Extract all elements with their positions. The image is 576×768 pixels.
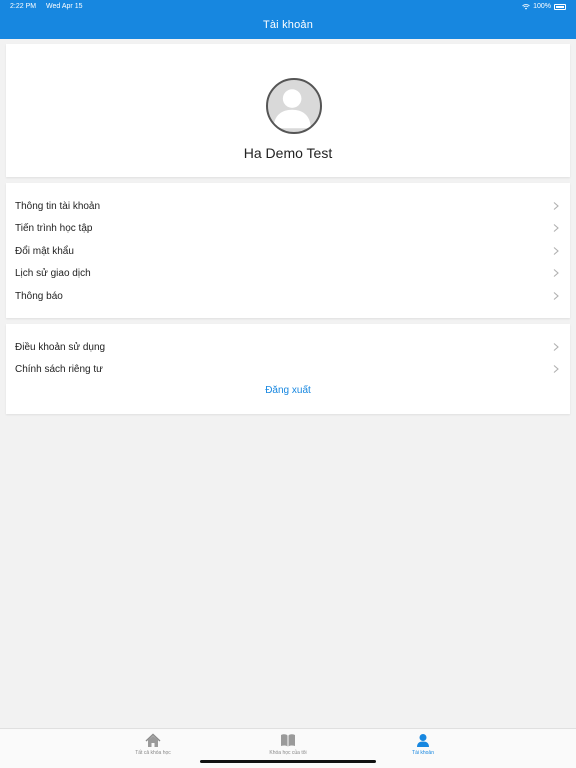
status-time: 2:22 PM xyxy=(10,3,37,10)
status-bar: 2:22 PM Wed Apr 15 100% xyxy=(0,0,576,14)
chevron-right-icon xyxy=(553,247,559,255)
tab-all-courses[interactable]: Tất cả khóa học xyxy=(93,733,213,756)
app-header: 2:22 PM Wed Apr 15 100% Tài khoản xyxy=(0,0,576,39)
battery-icon xyxy=(554,3,566,10)
chevron-right-icon xyxy=(553,224,559,232)
tab-label: Khóa học của tôi xyxy=(269,750,307,756)
chevron-right-icon xyxy=(553,202,559,210)
menu-item-learning-progress[interactable]: Tiến trình học tập xyxy=(6,217,570,239)
home-icon xyxy=(145,733,161,747)
menu-item-privacy-policy[interactable]: Chính sách riêng tư xyxy=(6,358,570,380)
tab-label: Tài khoản xyxy=(412,750,434,756)
legal-menu: Điều khoản sử dụng Chính sách riêng tư Đ… xyxy=(6,324,570,414)
menu-item-notifications[interactable]: Thông báo xyxy=(6,285,570,307)
chevron-right-icon xyxy=(553,292,559,300)
tab-account[interactable]: Tài khoản xyxy=(363,733,483,756)
menu-item-terms-of-use[interactable]: Điều khoản sử dụng xyxy=(6,336,570,358)
menu-item-change-password[interactable]: Đổi mật khẩu xyxy=(6,240,570,262)
logout-button[interactable]: Đăng xuất xyxy=(6,385,570,396)
menu-item-transaction-history[interactable]: Lịch sử giao dịch xyxy=(6,262,570,284)
wifi-icon xyxy=(522,3,530,10)
chevron-right-icon xyxy=(553,269,559,277)
tab-label: Tất cả khóa học xyxy=(135,750,171,756)
menu-item-label: Tiến trình học tập xyxy=(15,222,93,234)
menu-item-account-info[interactable]: Thông tin tài khoản xyxy=(6,195,570,217)
profile-card: Ha Demo Test xyxy=(6,44,570,177)
menu-item-label: Chính sách riêng tư xyxy=(15,363,103,375)
account-menu: Thông tin tài khoản Tiến trình học tập Đ… xyxy=(6,183,570,318)
chevron-right-icon xyxy=(553,365,559,373)
status-date: Wed Apr 15 xyxy=(46,3,83,10)
page-title: Tài khoản xyxy=(262,19,314,31)
chevron-right-icon xyxy=(553,343,559,351)
avatar[interactable] xyxy=(266,78,322,134)
user-icon xyxy=(417,734,429,747)
user-name: Ha Demo Test xyxy=(243,145,333,161)
battery-percent: 100% xyxy=(533,3,551,10)
menu-item-label: Đổi mật khẩu xyxy=(15,245,74,257)
menu-item-label: Lịch sử giao dịch xyxy=(15,267,91,279)
home-indicator xyxy=(200,760,376,763)
menu-item-label: Thông tin tài khoản xyxy=(15,200,101,212)
book-icon xyxy=(281,734,295,747)
user-silhouette-icon xyxy=(273,89,311,129)
menu-item-label: Điều khoản sử dụng xyxy=(15,341,106,353)
menu-item-label: Thông báo xyxy=(15,290,63,302)
tab-my-courses[interactable]: Khóa học của tôi xyxy=(228,733,348,756)
